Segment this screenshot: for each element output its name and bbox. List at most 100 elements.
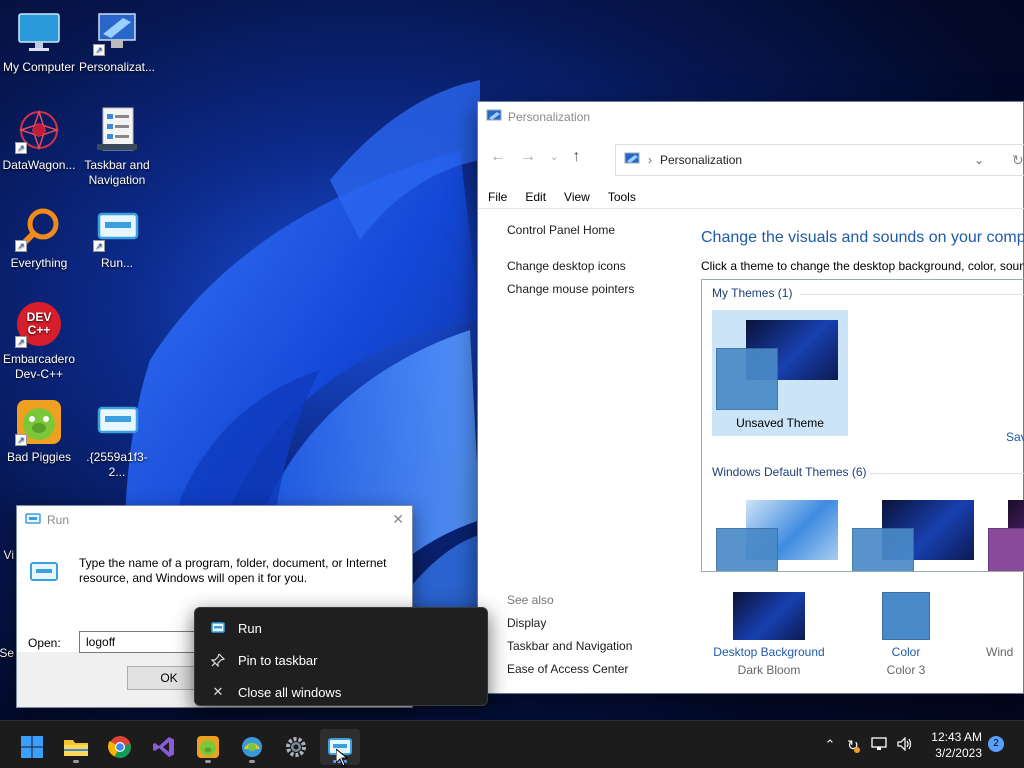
link-control-panel-home[interactable]: Control Panel Home — [507, 223, 615, 237]
run-icon — [210, 620, 226, 636]
desktop-icon-bad-piggies[interactable]: ↗ Bad Piggies — [0, 398, 78, 465]
desktop-background-button[interactable]: Desktop Background Dark Bloom — [711, 592, 827, 677]
desktop-icon-guid-shortcut[interactable]: .{2559a1f3-2... — [78, 398, 156, 480]
my-themes-header: My Themes (1) — [712, 286, 793, 300]
back-arrow-icon[interactable]: ← — [490, 148, 506, 166]
menu-file[interactable]: File — [488, 190, 507, 204]
menu-tools[interactable]: Tools — [608, 190, 636, 204]
title-bar[interactable]: Personalization — [478, 102, 1023, 132]
color-swatch — [882, 592, 930, 640]
taskbar-bad-piggies[interactable] — [188, 729, 228, 765]
jumplist-label: Pin to taskbar — [238, 652, 318, 668]
shortcut-arrow-icon: ↗ — [15, 240, 27, 252]
window-title: Personalization — [508, 110, 591, 124]
color-button[interactable]: Color Color 3 — [856, 592, 956, 677]
taskbar-personalization[interactable] — [232, 729, 272, 765]
desktop-icon-label: .{2559a1f3-2... — [86, 450, 148, 479]
bad-piggies-icon: ↗ — [15, 398, 63, 446]
network-icon[interactable] — [866, 736, 892, 754]
jumplist-item-close-all[interactable]: ✕ Close all windows — [195, 676, 487, 708]
taskbar-visual-studio[interactable] — [144, 729, 184, 765]
group-divider — [870, 473, 1024, 474]
save-theme-link[interactable]: Sav — [1006, 430, 1024, 444]
shortcut-arrow-icon: ↗ — [93, 44, 105, 56]
desktop-icon-taskbar-navigation[interactable]: Taskbar and Navigation — [78, 106, 156, 188]
theme-unsaved[interactable]: Unsaved Theme — [712, 310, 848, 436]
theme-color-swatch — [716, 528, 778, 571]
desktop-icon-run[interactable]: ↗ Run... — [78, 204, 156, 271]
clock[interactable]: 12:43 AM 3/2/2023 — [924, 729, 982, 761]
link-change-desktop-icons[interactable]: Change desktop icons — [507, 259, 626, 273]
close-icon[interactable]: ✕ — [392, 511, 404, 528]
taskbar-file-explorer[interactable] — [56, 729, 96, 765]
desktop-icon-partial-vi[interactable]: Vi — [0, 548, 14, 563]
desktop-icon-everything[interactable]: ↗ Everything — [0, 204, 78, 271]
refresh-icon[interactable]: ↻ — [1012, 152, 1024, 169]
theme-windows-light[interactable] — [716, 490, 846, 571]
run-large-icon — [29, 560, 59, 587]
desktop-icon-datawagon[interactable]: ↗ DataWagon... — [0, 106, 78, 173]
taskbar-chrome[interactable] — [100, 729, 140, 765]
system-tray: ⌃ ↻ — [820, 721, 918, 768]
running-indicator — [73, 760, 79, 763]
window-color-value: Wind — [986, 645, 1014, 659]
run-small-icon — [25, 512, 41, 529]
forward-arrow-icon[interactable]: → — [520, 148, 536, 166]
desktop-icon-partial-se[interactable]: Se — [0, 646, 14, 661]
taskbar-jump-list: Run Pin to taskbar ✕ Close all windows — [194, 607, 488, 706]
monitor-icon — [15, 8, 63, 56]
breadcrumb[interactable]: Personalization — [660, 153, 742, 167]
personalization-window: Personalization ← → ⌄ ↑ › Personalizatio… — [477, 101, 1024, 694]
theme-color-swatch — [988, 528, 1024, 571]
address-dropdown-icon[interactable]: ⌄ — [974, 153, 984, 167]
link-change-mouse-pointers[interactable]: Change mouse pointers — [507, 282, 634, 296]
menu-edit[interactable]: Edit — [525, 190, 546, 204]
personalization-icon: ↗ — [93, 8, 141, 56]
theme-glow[interactable] — [988, 490, 1024, 571]
window-color-button[interactable]: Wind — [986, 592, 1024, 659]
jumplist-item-run[interactable]: Run — [195, 612, 487, 644]
run-description: Type the name of a program, folder, docu… — [79, 556, 387, 585]
link-ease-of-access[interactable]: Ease of Access Center — [507, 662, 628, 676]
taskbar-navigation-icon — [93, 106, 141, 154]
desktop-icon-label: My Computer — [2, 60, 76, 74]
address-bar[interactable]: › Personalization ⌄ ↻ — [615, 144, 1024, 176]
chrome-icon — [108, 736, 131, 758]
themes-list: My Themes (1) Unsaved Theme Sav Windows … — [701, 279, 1024, 572]
datawagon-icon: ↗ — [15, 106, 63, 154]
start-button[interactable] — [12, 729, 52, 765]
desktop-icon-devcpp[interactable]: DEV C++ ↗ Embarcadero Dev-C++ — [0, 300, 78, 382]
clock-date: 3/2/2023 — [935, 746, 982, 760]
theme-windows-dark[interactable] — [852, 490, 982, 571]
notification-badge[interactable]: 2 — [988, 736, 1004, 752]
menu-bar: File Edit View Tools — [478, 186, 636, 208]
shortcut-arrow-icon: ↗ — [15, 336, 27, 348]
desktop-background-value: Dark Bloom — [737, 663, 801, 677]
jumplist-item-pin[interactable]: Pin to taskbar — [195, 644, 487, 676]
desktop-icon-label: Everything — [10, 256, 68, 270]
recent-dropdown-icon[interactable]: ⌄ — [550, 152, 558, 163]
desktop-icon-label: Se — [0, 646, 14, 660]
magnifier-icon: ↗ — [15, 204, 63, 252]
run-icon — [93, 398, 141, 446]
devcpp-icon: DEV C++ ↗ — [15, 300, 63, 348]
group-divider — [800, 294, 1024, 295]
close-icon: ✕ — [212, 684, 224, 699]
link-display[interactable]: Display — [507, 616, 546, 630]
desktop-icon-personalization[interactable]: ↗ Personalizat... — [78, 8, 156, 75]
chevron-up-icon[interactable]: ⌃ — [820, 737, 840, 753]
up-arrow-icon[interactable]: ↑ — [572, 148, 580, 166]
running-indicator — [205, 760, 211, 763]
svg-text:C++: C++ — [28, 323, 51, 337]
pin-icon — [210, 652, 226, 668]
desktop-icon-my-computer[interactable]: My Computer — [0, 8, 78, 75]
menu-view[interactable]: View — [564, 190, 590, 204]
personalization-small-icon — [486, 109, 502, 126]
link-taskbar-navigation[interactable]: Taskbar and Navigation — [507, 639, 632, 653]
personalization-icon — [242, 737, 262, 757]
sync-icon[interactable]: ↻ — [840, 737, 866, 754]
run-title-bar[interactable]: Run ✕ — [17, 506, 412, 534]
background-thumbnail — [733, 592, 805, 640]
volume-icon[interactable] — [892, 736, 918, 754]
taskbar-settings[interactable] — [276, 729, 316, 765]
